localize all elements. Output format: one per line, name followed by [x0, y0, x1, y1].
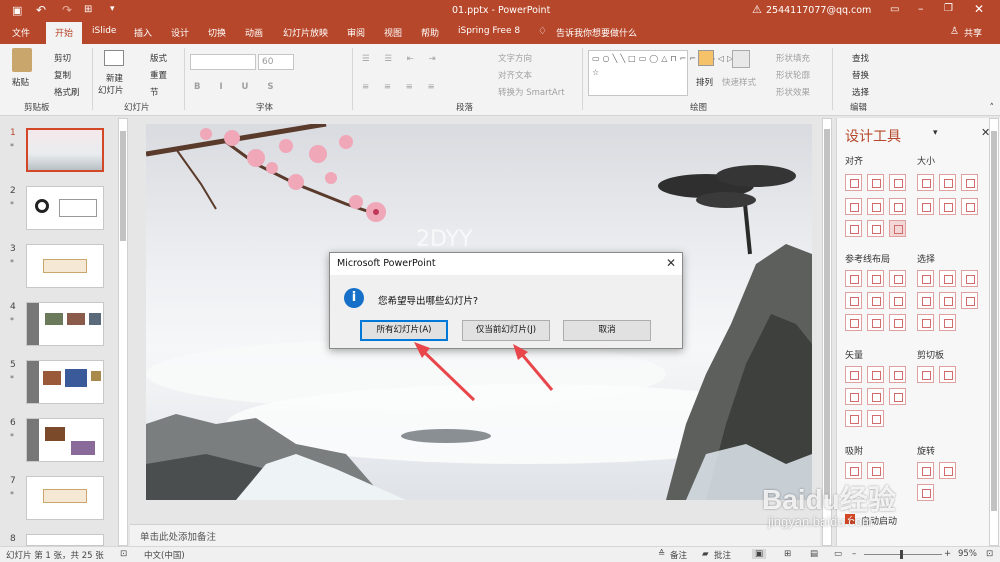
baidu-watermark: Baidu经验 jingyan.baidu.com [762, 478, 962, 538]
annotation-arrow [518, 351, 554, 391]
baidu-watermark-url: jingyan.baidu.com [768, 514, 873, 529]
baidu-watermark-brand: Baidu经验 [762, 484, 896, 515]
annotation-arrow [420, 348, 476, 402]
